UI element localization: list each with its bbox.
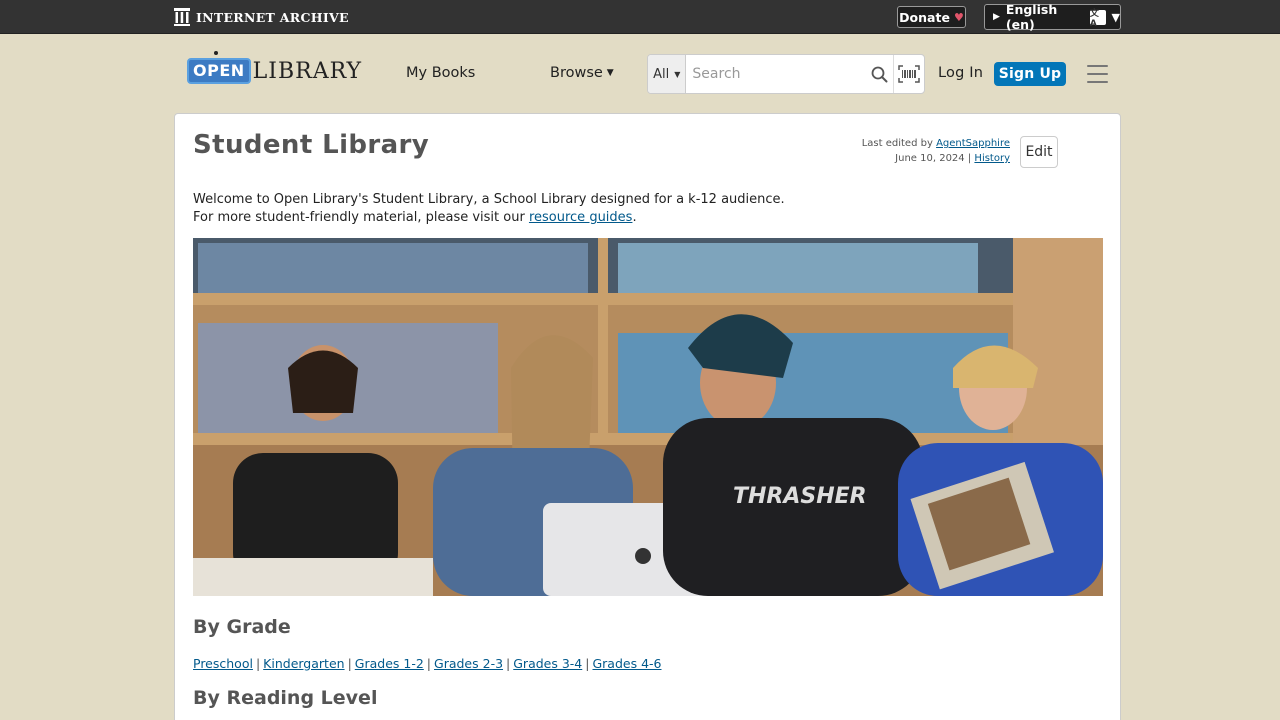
logo-open-text: OPEN [187, 58, 251, 84]
search-scope-select[interactable]: All ▼ [648, 55, 687, 93]
grade-separator: | [426, 656, 432, 671]
open-library-logo[interactable]: OPEN LIBRARY [187, 50, 361, 92]
grade-separator: | [255, 656, 261, 671]
grade-link-grades-4-6[interactable]: Grades 4-6 [592, 656, 661, 671]
language-selector[interactable]: ▶ English (en) 文A ▼ [984, 2, 1121, 32]
donate-label: Donate [899, 9, 950, 25]
intro-line-2-prefix: For more student-friendly material, plea… [193, 210, 525, 225]
edit-info: Last edited by AgentSapphire June 10, 20… [862, 136, 1010, 166]
intro-line-1: Welcome to Open Library's Student Librar… [193, 192, 785, 207]
students-reading-illustration: THRASHER [193, 238, 1103, 596]
page-title: Student Library [193, 130, 430, 160]
login-link[interactable]: Log In [938, 65, 983, 81]
grade-links: Preschool | Kindergarten | Grades 1-2 | Grades… [193, 656, 662, 671]
hamburger-menu-icon[interactable] [1087, 65, 1108, 83]
internet-archive-logo-text: INTERNET ARCHIVE [196, 9, 349, 25]
main-content: Student Library Last edited by AgentSapp… [174, 113, 1121, 720]
caret-down-icon: ▼ [1111, 10, 1120, 24]
grade-link-grades-1-2[interactable]: Grades 1-2 [355, 656, 424, 671]
by-grade-heading: By Grade [193, 616, 291, 638]
logo-library-text: LIBRARY [252, 58, 362, 84]
internet-archive-logo[interactable]: INTERNET ARCHIVE [174, 7, 349, 27]
archive-building-icon [174, 8, 190, 26]
search-icon[interactable] [866, 55, 892, 93]
translate-icon: 文A [1089, 9, 1106, 29]
barcode-scanner-icon[interactable] [892, 55, 924, 93]
donate-button[interactable]: Donate ♥ [897, 6, 966, 28]
by-reading-level-heading: By Reading Level [193, 687, 378, 709]
history-link[interactable]: History [974, 153, 1010, 164]
grade-separator: | [585, 656, 590, 671]
grade-link-preschool[interactable]: Preschool [193, 656, 253, 671]
editor-link[interactable]: AgentSapphire [936, 138, 1010, 149]
search-scope-label: All [653, 66, 670, 82]
caret-down-icon: ▼ [674, 69, 681, 79]
hero-image: THRASHER [193, 238, 1103, 596]
grade-link-grades-2-3[interactable]: Grades 2-3 [434, 656, 503, 671]
svg-text:THRASHER: THRASHER [733, 484, 867, 509]
heart-icon: ♥ [953, 10, 964, 24]
grade-separator: | [347, 656, 352, 671]
grade-separator: | [506, 656, 511, 671]
caret-down-icon: ▼ [606, 68, 614, 78]
language-label: English (en) [1005, 2, 1058, 32]
nav-browse-label: Browse [550, 65, 603, 81]
grade-link-grades-3-4[interactable]: Grades 3-4 [513, 656, 582, 671]
nav-my-books[interactable]: My Books [406, 65, 475, 81]
edit-button[interactable]: Edit [1020, 136, 1058, 168]
nav-browse[interactable]: Browse ▼ [550, 65, 614, 81]
search-input[interactable] [686, 55, 867, 93]
intro-line-2-suffix: . [632, 210, 637, 225]
edit-info-separator: | [967, 153, 972, 164]
edit-date: June 10, 2024 [895, 153, 965, 164]
intro-line-2: For more student-friendly material, plea… [193, 209, 785, 227]
resource-guides-link[interactable]: resource guides [529, 210, 633, 225]
grade-link-kindergarten[interactable]: Kindergarten [263, 656, 344, 671]
search-bar: All ▼ [647, 54, 925, 94]
logo-dot [214, 51, 218, 55]
internet-archive-bar: INTERNET ARCHIVE Donate ♥ ▶ English (en)… [0, 0, 1280, 34]
play-triangle-icon: ▶ [993, 12, 1000, 22]
intro-text: Welcome to Open Library's Student Librar… [193, 191, 785, 227]
last-edited-prefix: Last edited by [861, 138, 933, 149]
signup-button[interactable]: Sign Up [994, 62, 1066, 86]
